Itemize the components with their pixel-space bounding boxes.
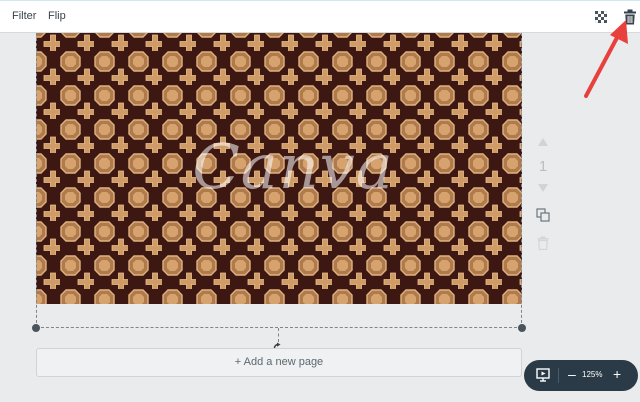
resize-handle-bottom-left[interactable] xyxy=(32,324,40,332)
zoom-in-button[interactable]: + xyxy=(613,366,621,382)
zoom-divider xyxy=(558,368,559,383)
design-canvas[interactable]: Canva xyxy=(36,33,522,304)
copy-page-icon[interactable] xyxy=(536,208,550,222)
parquet-pattern-image xyxy=(36,33,522,304)
rotate-guide xyxy=(278,328,279,342)
present-icon[interactable] xyxy=(536,368,550,382)
resize-handle-bottom-right[interactable] xyxy=(518,324,526,332)
page-number: 1 xyxy=(538,158,548,175)
annotation-arrow xyxy=(584,20,628,98)
delete-page-icon[interactable] xyxy=(537,236,549,250)
zoom-control: – 125% + xyxy=(524,360,638,391)
arrow-down-icon[interactable] xyxy=(538,184,548,192)
flip-button[interactable]: Flip xyxy=(48,10,66,22)
add-new-page-button[interactable]: + Add a new page xyxy=(36,348,522,377)
zoom-level[interactable]: 125% xyxy=(582,370,602,379)
image-toolbar: Filter Flip xyxy=(0,0,640,33)
filter-button[interactable]: Filter xyxy=(12,10,36,22)
arrow-up-icon[interactable] xyxy=(538,138,548,146)
zoom-out-button[interactable]: – xyxy=(568,366,576,382)
